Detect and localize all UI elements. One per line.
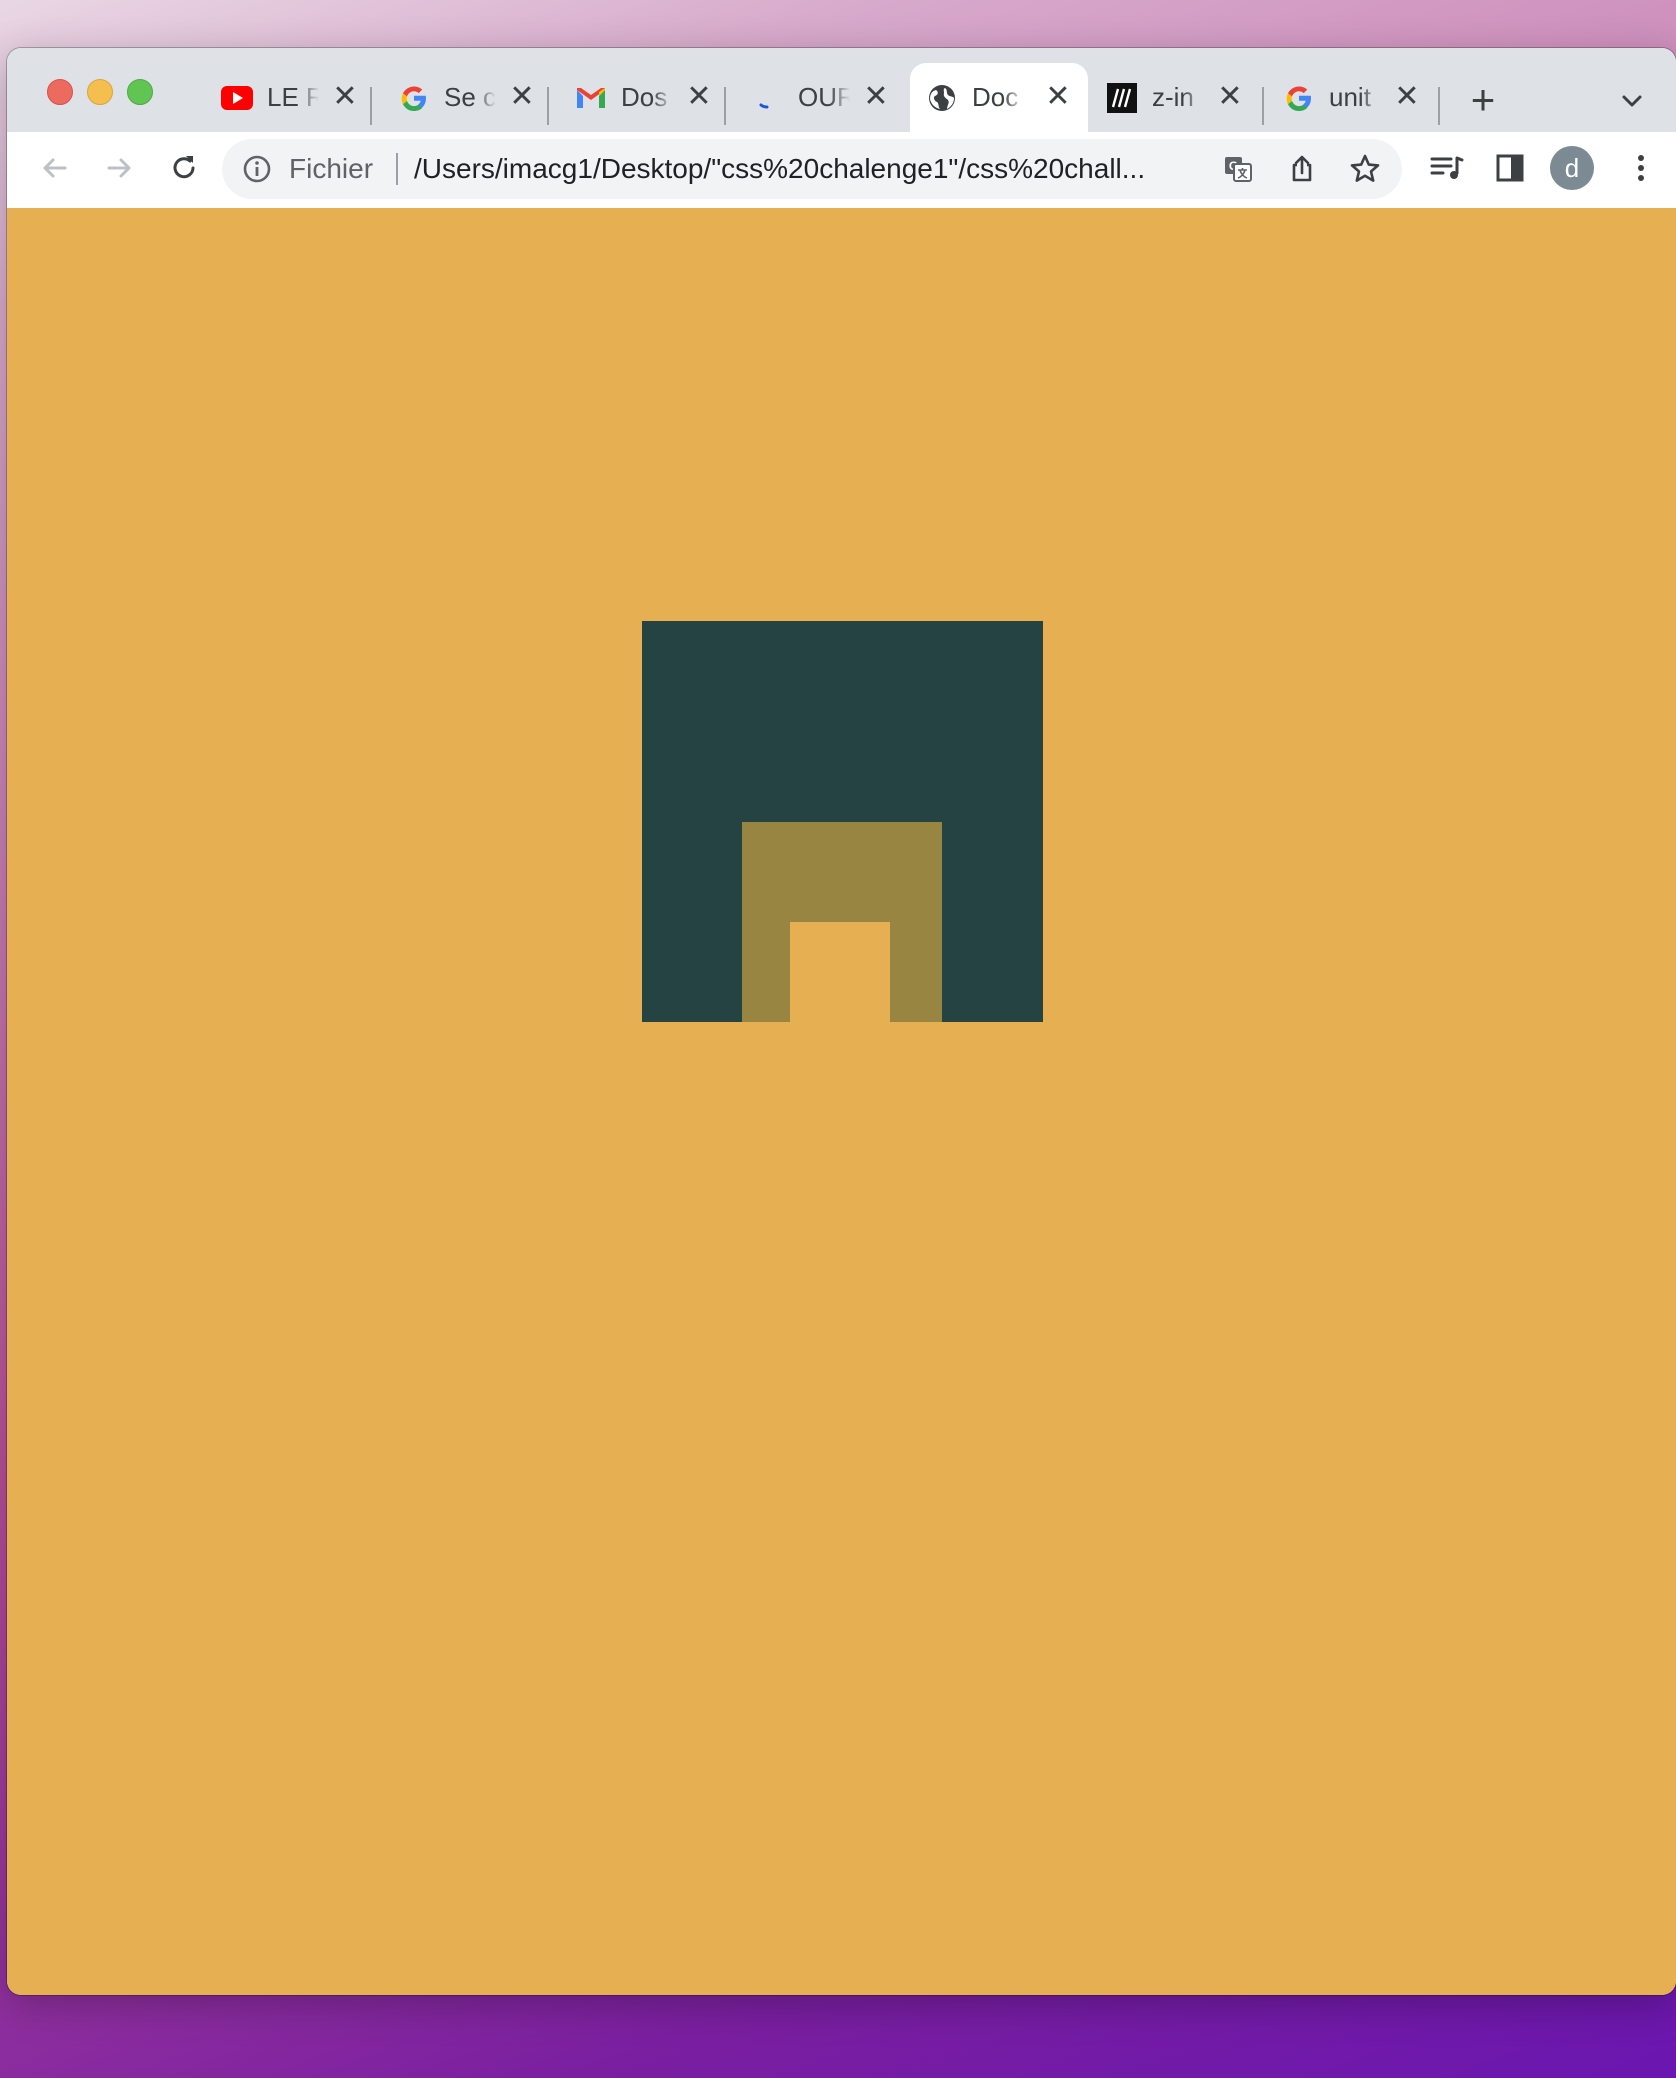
- back-button[interactable]: [33, 146, 77, 190]
- scheme-label: Fichier: [289, 153, 374, 184]
- loading-icon: [752, 82, 784, 114]
- browser-window: LE R ✕ Se c ✕ Dos ✕ OUR ✕ Doc ✕ z-in ✕ u…: [7, 48, 1676, 1995]
- media-control-button[interactable]: [1425, 146, 1469, 190]
- tab-title: Dos: [621, 82, 668, 112]
- zoom-window-button[interactable]: [127, 79, 153, 105]
- url-text[interactable]: /Users/imacg1/Desktop/"css%20chalenge1"/…: [414, 153, 1204, 185]
- share-button[interactable]: [1284, 151, 1320, 187]
- gmail-icon: [575, 82, 607, 114]
- inner-square: [790, 922, 890, 1022]
- tab-youtube[interactable]: LE R ✕: [205, 63, 375, 132]
- tab-title: unit: [1329, 82, 1371, 112]
- media-control-icon: [1430, 156, 1464, 179]
- tab-title: OUR: [798, 82, 850, 112]
- tab-divider: [370, 87, 372, 125]
- profile-avatar[interactable]: d: [1550, 146, 1594, 190]
- tab-divider: [547, 87, 549, 125]
- side-panel-button[interactable]: [1488, 146, 1532, 190]
- tab-search-button[interactable]: [1617, 86, 1647, 116]
- star-icon: [1350, 154, 1380, 182]
- tab-divider: [724, 87, 726, 125]
- close-icon[interactable]: ✕: [329, 81, 361, 113]
- browser-menu-button[interactable]: [1619, 146, 1663, 190]
- tab-google-1[interactable]: Se c ✕: [382, 63, 552, 132]
- google-icon: [1283, 82, 1315, 114]
- forward-arrow-icon: [107, 158, 131, 178]
- tab-title: Se c: [444, 82, 496, 112]
- kebab-menu-icon: [1638, 155, 1644, 181]
- close-icon[interactable]: ✕: [1214, 81, 1246, 113]
- info-icon[interactable]: [242, 154, 272, 184]
- tab-active-document[interactable]: Doc ✕: [910, 63, 1088, 132]
- forward-button[interactable]: [97, 146, 141, 190]
- close-icon[interactable]: ✕: [860, 81, 892, 113]
- back-arrow-icon: [43, 158, 67, 178]
- tab-loading[interactable]: OUR ✕: [736, 63, 906, 132]
- tab-gmail[interactable]: Dos ✕: [559, 63, 729, 132]
- close-icon[interactable]: ✕: [1042, 81, 1074, 113]
- youtube-icon: [221, 82, 253, 114]
- globe-icon: [926, 82, 958, 114]
- translate-icon: G: [1225, 157, 1252, 182]
- reload-button[interactable]: [162, 146, 206, 190]
- minimize-window-button[interactable]: [87, 79, 113, 105]
- plus-icon: +: [1470, 76, 1496, 123]
- tab-divider: [1438, 87, 1440, 125]
- tab-mdn[interactable]: z-in ✕: [1090, 63, 1260, 132]
- close-icon[interactable]: ✕: [1391, 81, 1423, 113]
- outer-square: [642, 621, 1043, 1022]
- close-icon[interactable]: ✕: [506, 81, 538, 113]
- tab-divider: [1262, 87, 1264, 125]
- chevron-down-icon: [1622, 95, 1642, 107]
- bookmark-button[interactable]: [1347, 151, 1383, 187]
- tab-title: Doc: [972, 82, 1019, 112]
- translate-button[interactable]: G: [1220, 151, 1256, 187]
- share-icon: [1292, 155, 1312, 182]
- tab-strip: LE R ✕ Se c ✕ Dos ✕ OUR ✕ Doc ✕ z-in ✕ u…: [7, 48, 1676, 132]
- browser-toolbar: Fichier /Users/imacg1/Desktop/"css%20cha…: [7, 132, 1676, 209]
- address-bar[interactable]: Fichier /Users/imacg1/Desktop/"css%20cha…: [222, 139, 1402, 199]
- side-panel-icon: [1496, 154, 1524, 182]
- close-icon[interactable]: ✕: [683, 81, 715, 113]
- tab-title: z-in: [1152, 82, 1194, 112]
- tab-google-2[interactable]: unit ✕: [1267, 63, 1437, 132]
- tab-title: LE R: [267, 82, 319, 112]
- page-viewport: [7, 208, 1676, 1995]
- new-tab-button[interactable]: +: [1463, 79, 1503, 122]
- omnibox-divider: [396, 153, 398, 185]
- mdn-icon: [1106, 82, 1138, 114]
- middle-square: [742, 822, 942, 1022]
- reload-icon: [173, 156, 195, 179]
- close-window-button[interactable]: [47, 79, 73, 105]
- google-icon: [398, 82, 430, 114]
